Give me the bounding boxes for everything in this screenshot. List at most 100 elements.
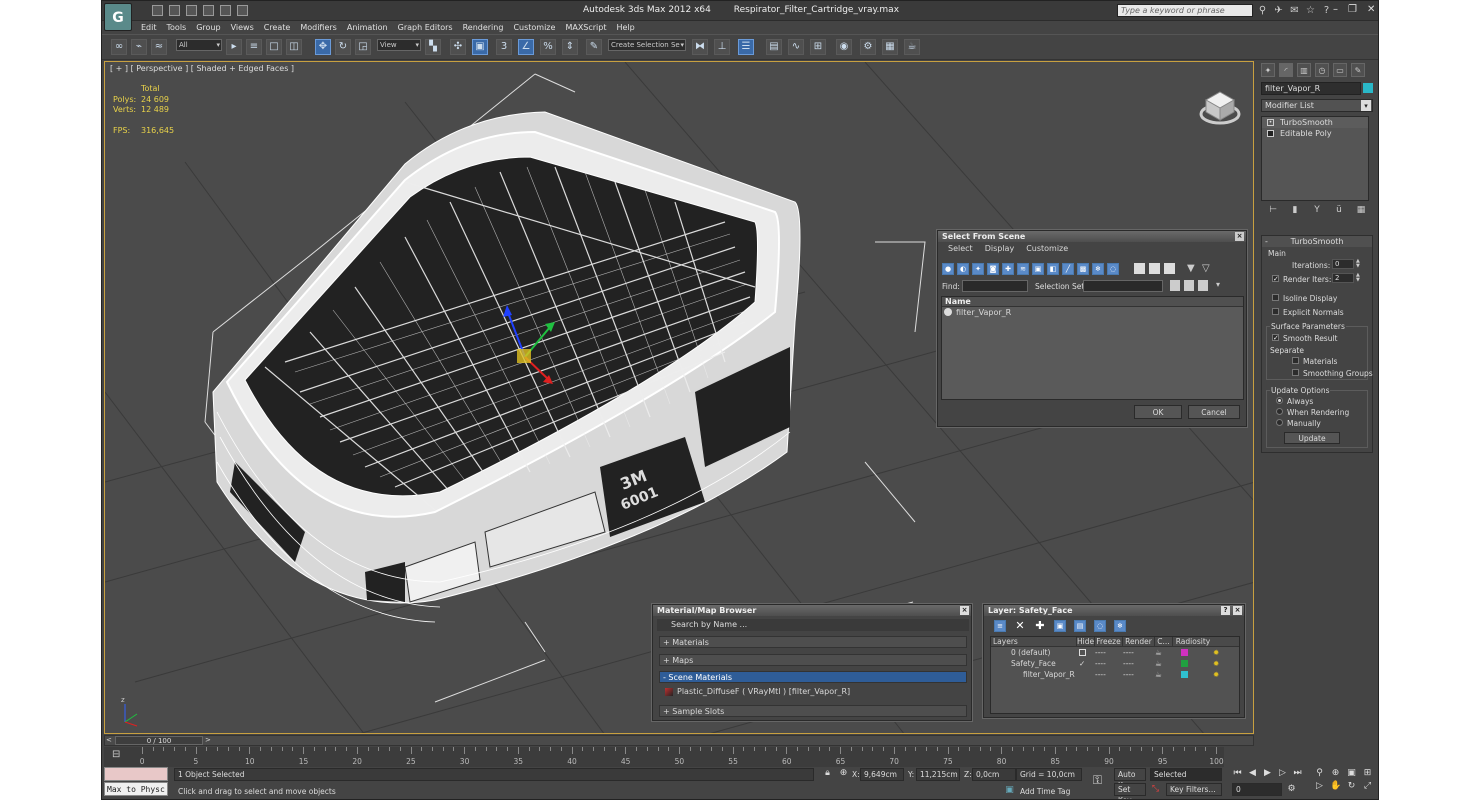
freeze-all-icon[interactable]: ❄ [1114,620,1126,632]
render-setup-icon[interactable]: ⚙ [860,39,876,55]
render-iters-checkbox[interactable]: ✓ [1272,275,1279,283]
ok-button[interactable]: OK [1134,405,1182,419]
align-icon[interactable]: ⊥ [714,39,730,55]
display-frozen-icon[interactable]: ❄ [1092,263,1104,275]
menu-display[interactable]: Display [985,242,1015,255]
find-input[interactable] [962,280,1028,292]
render-iters-spinner[interactable]: 2 [1332,273,1354,283]
set-key-mode-icon[interactable]: ⤡ [1150,784,1161,795]
close-icon[interactable]: × [960,606,969,615]
material-editor-icon[interactable]: ◉ [836,39,852,55]
help-search-input[interactable]: Type a keyword or phrase [1117,4,1253,17]
col-freeze[interactable]: Freeze [1095,637,1123,646]
menu-maxscript[interactable]: MAXScript [560,21,611,34]
curve-editor-icon[interactable]: ∿ [788,39,804,55]
display-cameras-icon[interactable]: ◙ [987,263,999,275]
application-button[interactable]: G [104,3,132,31]
hierarchy-tab-icon[interactable]: ▥ [1297,63,1311,77]
current-frame-field[interactable]: 0 [1232,783,1282,796]
auto-key-button[interactable]: Auto Key [1114,768,1146,790]
display-groups-icon[interactable]: ▣ [1032,263,1044,275]
material-search-input[interactable]: Search by Name ... [657,619,969,631]
reference-coordinate-dropdown[interactable]: View [377,39,421,51]
menu-edit[interactable]: Edit [136,21,162,34]
display-spacewarps-icon[interactable]: ≋ [1017,263,1029,275]
select-by-name-icon[interactable]: ≡ [246,39,262,55]
lightbulb-icon[interactable]: • [1267,119,1274,126]
project-folder-icon[interactable] [237,5,248,16]
radiosity-icon[interactable]: ✹ [1213,669,1219,680]
table-row[interactable]: Safety_Face ✓ ---- ---- ☕ ✹ [991,658,1239,669]
next-frame-icon[interactable]: > [205,736,211,744]
key-mode-dropdown[interactable]: Selected [1150,768,1222,781]
selection-set-dropdown[interactable] [1083,280,1163,292]
zoom-icon[interactable]: ⚲ [1314,768,1325,779]
orbit-icon[interactable]: ↻ [1346,781,1357,792]
mirror-icon[interactable]: ⧓ [692,39,708,55]
when-rendering-radio[interactable] [1276,408,1283,415]
select-scale-icon[interactable]: ◲ [355,39,371,55]
rendered-frame-window-icon[interactable]: ▦ [882,39,898,55]
communication-icon[interactable]: ✉ [1289,5,1300,16]
radiosity-icon[interactable]: ✹ [1213,647,1219,658]
y-coordinate-field[interactable]: 11,215cm [916,768,960,781]
display-xrefs-icon[interactable]: ◧ [1047,263,1059,275]
manipulate-icon[interactable]: ✣ [450,39,466,55]
redo-icon[interactable] [220,5,231,16]
close-icon[interactable]: ✕ [1367,4,1375,15]
key-icon[interactable]: ⚿ [1092,774,1103,786]
layer-hide[interactable]: ---- [1095,647,1106,658]
materials-checkbox[interactable] [1292,357,1299,364]
zoom-extents-icon[interactable]: ▣ [1346,768,1357,779]
manually-radio[interactable] [1276,419,1283,426]
open-file-icon[interactable] [169,5,180,16]
time-slider[interactable]: 0 / 100 < > [104,735,1254,746]
window-crossing-icon[interactable]: ◫ [286,39,302,55]
menu-help[interactable]: Help [612,21,640,34]
table-row[interactable]: 0 (default) ---- ---- ☕ ✹ [991,647,1239,658]
render-teapot-icon[interactable]: ☕ [1155,647,1162,658]
graphite-toggle-icon[interactable]: ▤ [766,39,782,55]
filter-options-icon[interactable]: ▽ [1202,263,1213,274]
motion-tab-icon[interactable]: ◷ [1315,63,1329,77]
edit-set-icon[interactable] [1184,280,1194,291]
menu-customize[interactable]: Customize [1026,242,1068,255]
layer-hide[interactable]: ---- [1095,658,1106,669]
isoline-display-checkbox[interactable] [1272,294,1279,301]
render-production-icon[interactable]: ☕ [904,39,920,55]
help-icon[interactable]: ? [1321,5,1332,16]
next-frame-icon[interactable]: ▷ [1277,768,1288,779]
menu-customize[interactable]: Customize [508,21,560,34]
zoom-all-icon[interactable]: ⊕ [1330,768,1341,779]
filter-cartridge-model[interactable]: 3M 6001 [212,111,801,623]
make-unique-icon[interactable]: Y [1311,205,1323,217]
highlight-layer-icon[interactable]: ▤ [1074,620,1086,632]
favorites-icon[interactable]: ☆ [1305,5,1316,16]
new-file-icon[interactable] [152,5,163,16]
utilities-tab-icon[interactable]: ✎ [1351,63,1365,77]
save-file-icon[interactable] [186,5,197,16]
perspective-viewport[interactable]: [ + ] [ Perspective ] [ Shaded + Edged F… [104,61,1254,734]
zoom-extents-all-icon[interactable]: ⊞ [1362,768,1373,779]
render-teapot-icon[interactable]: ☕ [1155,658,1162,669]
help-icon[interactable]: ? [1221,606,1230,615]
close-icon[interactable]: × [1235,232,1244,241]
layer-color-swatch[interactable] [1181,649,1188,656]
binoculars-icon[interactable]: ⚲ [1257,5,1268,16]
menu-rendering[interactable]: Rendering [458,21,509,34]
col-radiosity[interactable]: Radiosity [1173,637,1213,646]
sort-icon[interactable] [1164,263,1175,274]
angle-snap-icon[interactable]: ∠ [518,39,534,55]
time-configuration-icon[interactable]: ⚙ [1286,784,1297,795]
display-lights-icon[interactable]: ✦ [972,263,984,275]
expand-icon[interactable] [1267,130,1274,137]
add-to-layer-icon[interactable]: ✚ [1034,620,1046,632]
menu-modifiers[interactable]: Modifiers [295,21,342,34]
restore-icon[interactable]: ❐ [1348,4,1357,15]
spinner-arrows-icon[interactable]: ▲ ▼ [1356,273,1361,283]
explicit-normals-checkbox[interactable] [1272,308,1279,315]
name-column-header[interactable]: Name [942,297,1243,307]
col-render[interactable]: Render [1123,637,1155,646]
material-browser-title[interactable]: Material/Map Browser × [653,605,971,616]
display-bones-icon[interactable]: ╱ [1062,263,1074,275]
